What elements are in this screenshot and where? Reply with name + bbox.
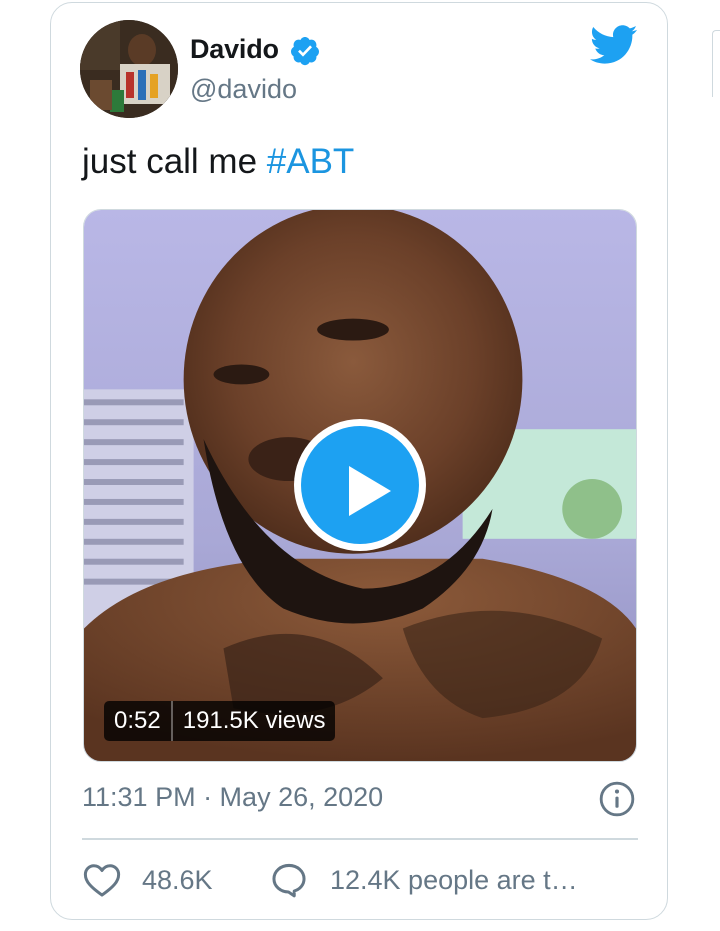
avatar[interactable] xyxy=(80,20,178,118)
play-icon xyxy=(349,466,391,516)
hashtag-link[interactable]: #ABT xyxy=(267,142,355,181)
video-duration: 0:52 xyxy=(114,707,161,734)
heart-icon[interactable] xyxy=(83,862,121,898)
tweet-text: just call me #ABT xyxy=(82,142,354,182)
video-views: 191.5K views xyxy=(182,707,326,734)
tweet-timestamp[interactable]: 11:31 PM · May 26, 2020 xyxy=(82,782,383,813)
next-card-edge xyxy=(712,30,720,97)
play-button-circle xyxy=(301,426,419,544)
info-icon[interactable] xyxy=(598,780,636,818)
verified-badge-icon xyxy=(291,37,319,66)
like-count[interactable]: 48.6K xyxy=(142,865,213,896)
divider xyxy=(82,838,638,840)
video-meta-badge: 0:52 191.5K views xyxy=(104,701,336,741)
tweet-body: just call me xyxy=(82,142,267,181)
author-handle[interactable]: @davido xyxy=(190,74,297,105)
reply-bubble-icon[interactable] xyxy=(270,861,308,899)
twitter-bird-icon[interactable] xyxy=(590,25,638,65)
author-name[interactable]: Davido xyxy=(190,34,279,65)
play-button[interactable] xyxy=(294,419,426,551)
people-talking-link[interactable]: 12.4K people are t… xyxy=(330,865,578,896)
